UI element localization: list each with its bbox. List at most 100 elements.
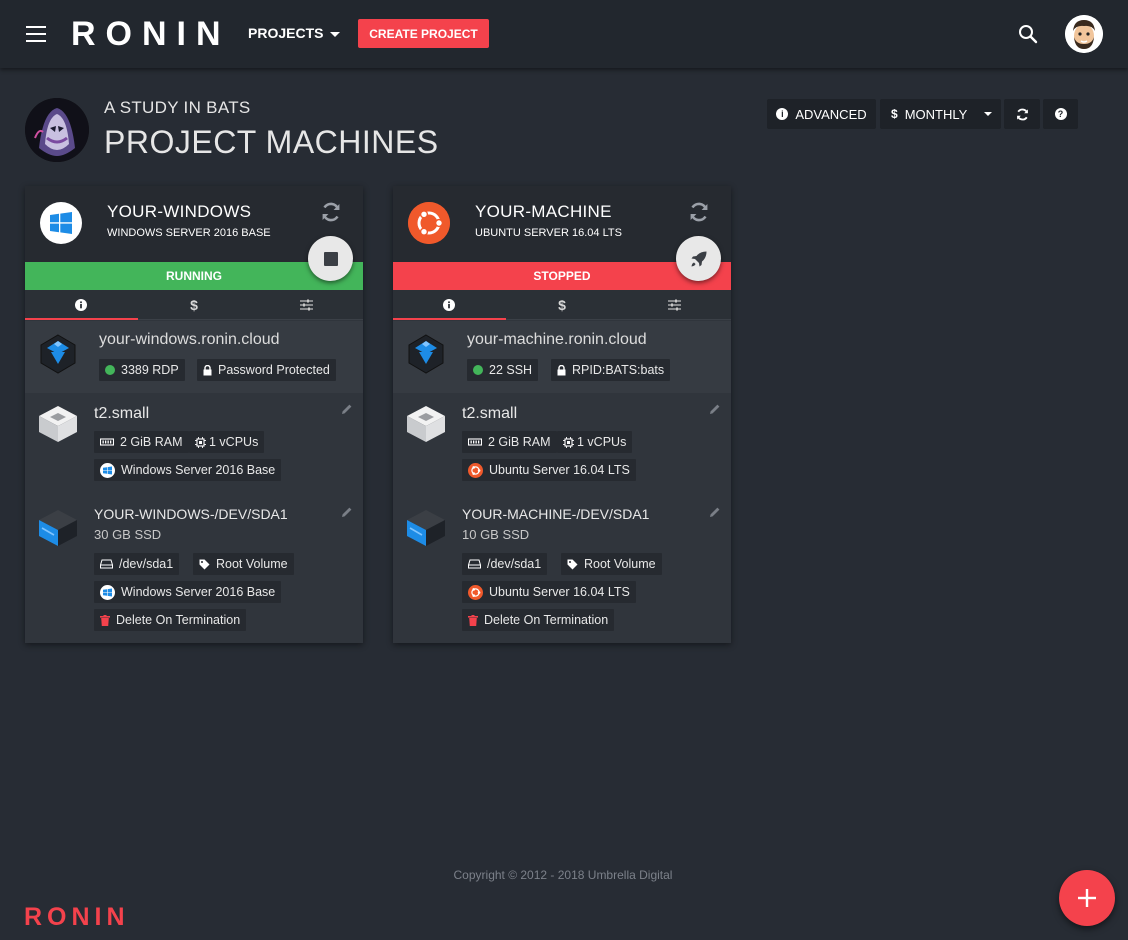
tab-billing[interactable]: $ — [138, 290, 251, 319]
machine-os: UBUNTU SERVER 16.04 LTS — [475, 227, 622, 239]
refresh-icon[interactable] — [689, 202, 709, 222]
hard-drive-icon — [468, 559, 481, 569]
stop-button[interactable] — [308, 236, 353, 281]
status-dot-icon — [473, 365, 483, 375]
caret-down-icon — [330, 31, 341, 37]
billing-period-dropdown[interactable]: $ MONTHLY — [880, 99, 1001, 129]
refresh-icon — [1016, 108, 1028, 120]
project-name: A STUDY IN BATS — [104, 98, 251, 117]
dollar-icon: $ — [558, 296, 566, 313]
advanced-label: ADVANCED — [795, 106, 867, 122]
edit-pencil-icon[interactable] — [709, 403, 721, 415]
access-label: Password Protected — [218, 363, 330, 377]
volume-section: YOUR-WINDOWS-/DEV/SDA1 30 GB SSD /dev/sd… — [25, 496, 363, 643]
cpu-icon — [563, 436, 574, 448]
ram-label: 2 GiB RAM — [488, 435, 551, 449]
volume-role-chip: Root Volume — [561, 553, 662, 575]
hard-drive-icon — [100, 559, 113, 569]
edit-pencil-icon[interactable] — [341, 403, 353, 415]
plus-icon — [1078, 889, 1096, 907]
windows-logo-icon — [40, 202, 82, 244]
volume-name: YOUR-WINDOWS-/DEV/SDA1 — [94, 506, 288, 522]
tab-settings[interactable] — [618, 290, 731, 319]
top-app-bar: RONIN PROJECTS CREATE PROJECT — [0, 0, 1128, 68]
lock-icon — [203, 364, 212, 376]
status-dot-icon — [105, 365, 115, 375]
edit-pencil-icon[interactable] — [341, 506, 353, 518]
advanced-button[interactable]: i ADVANCED — [767, 99, 876, 129]
tab-info[interactable] — [25, 290, 138, 320]
create-project-button[interactable]: CREATE PROJECT — [358, 19, 489, 48]
dns-section: your-windows.ronin.cloud 3389 RDP Passwo… — [25, 321, 363, 393]
machine-name: YOUR-MACHINE — [475, 202, 612, 221]
start-button[interactable] — [676, 236, 721, 281]
dns-hostname[interactable]: your-windows.ronin.cloud — [99, 331, 280, 349]
cpu-icon — [195, 436, 206, 448]
port-chip: 22 SSH — [467, 359, 539, 381]
instance-box-icon — [39, 406, 77, 442]
volume-section: YOUR-MACHINE-/DEV/SDA1 10 GB SSD /dev/sd… — [393, 496, 731, 643]
cpu-label: 1 vCPUs — [577, 435, 627, 449]
add-machine-button[interactable] — [1059, 870, 1115, 926]
volume-role-label: Root Volume — [216, 557, 288, 571]
copyright-text: Copyright © 2012 - 2018 Umbrella Digital — [453, 868, 673, 882]
info-icon — [75, 298, 88, 311]
device-chip: /dev/sda1 — [462, 553, 548, 575]
ronin-cloud-icon — [40, 334, 76, 374]
refresh-button[interactable] — [1004, 99, 1040, 129]
dns-hostname[interactable]: your-machine.ronin.cloud — [467, 331, 647, 349]
edit-pencil-icon[interactable] — [709, 506, 721, 518]
access-label: RPID:BATS:bats — [572, 363, 665, 377]
memory-icon — [468, 437, 482, 447]
refresh-icon[interactable] — [321, 202, 341, 222]
termination-label: Delete On Termination — [116, 613, 241, 627]
search-icon[interactable] — [1018, 24, 1038, 44]
card-tabs: $ — [393, 290, 731, 320]
volume-image-label: Ubuntu Server 16.04 LTS — [489, 585, 630, 599]
stop-icon — [323, 251, 338, 266]
volume-image-chip: Ubuntu Server 16.04 LTS — [462, 581, 636, 603]
image-chip: Ubuntu Server 16.04 LTS — [462, 459, 636, 481]
footer-brand-logo: RONIN — [24, 903, 130, 931]
billing-label: MONTHLY — [904, 106, 968, 122]
dollar-icon: $ — [190, 296, 198, 313]
projects-label: PROJECTS — [248, 25, 324, 41]
volume-name: YOUR-MACHINE-/DEV/SDA1 — [462, 506, 650, 522]
device-label: /dev/sda1 — [119, 557, 174, 571]
projects-dropdown[interactable]: PROJECTS — [248, 25, 341, 41]
tab-info[interactable] — [393, 290, 506, 320]
volume-image-label: Windows Server 2016 Base — [121, 585, 276, 599]
ram-chip: 2 GiB RAM — [94, 431, 189, 453]
user-avatar[interactable] — [1065, 15, 1103, 53]
trash-icon — [100, 614, 110, 626]
sliders-icon — [300, 299, 314, 310]
machine-os: WINDOWS SERVER 2016 BASE — [107, 227, 271, 239]
brand-logo[interactable]: RONIN — [71, 14, 231, 54]
menu-icon[interactable] — [26, 26, 46, 42]
sliders-icon — [668, 299, 682, 310]
cpu-chip: 1 vCPUs — [557, 431, 633, 453]
termination-chip: Delete On Termination — [94, 609, 247, 631]
volume-disk-icon — [407, 510, 445, 546]
tab-settings[interactable] — [250, 290, 363, 319]
image-label: Ubuntu Server 16.04 LTS — [489, 463, 630, 477]
volume-size: 30 GB SSD — [94, 527, 162, 542]
device-label: /dev/sda1 — [487, 557, 542, 571]
ubuntu-logo-icon — [468, 584, 483, 600]
info-icon — [443, 298, 456, 311]
volume-image-chip: Windows Server 2016 Base — [94, 581, 282, 603]
windows-logo-icon — [100, 462, 115, 478]
lock-icon — [557, 364, 566, 376]
cpu-label: 1 vCPUs — [209, 435, 259, 449]
machine-card: YOUR-MACHINE UBUNTU SERVER 16.04 LTS STO… — [393, 186, 731, 643]
ubuntu-logo-icon — [408, 202, 450, 244]
instance-type: t2.small — [94, 405, 150, 422]
port-label: 22 SSH — [489, 363, 533, 377]
access-chip: Password Protected — [197, 359, 336, 381]
info-icon: i — [776, 108, 789, 120]
instance-section: t2.small 2 GiB RAM 1 vCPUs Ubuntu Server… — [393, 394, 731, 494]
machine-name: YOUR-WINDOWS — [107, 202, 252, 221]
termination-chip: Delete On Termination — [462, 609, 615, 631]
tab-billing[interactable]: $ — [506, 290, 619, 319]
help-button[interactable]: ? — [1043, 99, 1078, 129]
